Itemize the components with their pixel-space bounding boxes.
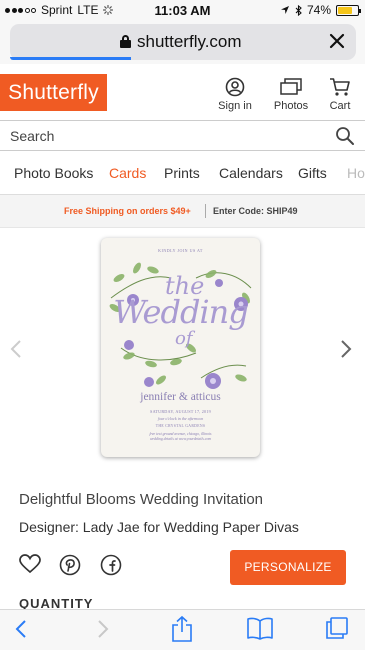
browser-toolbar [0, 609, 365, 650]
personalize-button[interactable]: PERSONALIZE [230, 550, 346, 585]
heart-icon[interactable] [19, 554, 41, 574]
user-circle-icon [225, 77, 245, 97]
sign-in-button[interactable]: Sign in [217, 77, 253, 112]
nav-item-gifts[interactable]: Gifts [298, 165, 327, 181]
category-nav: Photo Books Cards Prints Calendars Gifts… [0, 151, 365, 195]
search-placeholder: Search [10, 128, 55, 144]
promo-banner: Free Shipping on orders $49+ Enter Code:… [0, 195, 365, 228]
photos-stack-icon [280, 78, 302, 95]
browser-url-area: shutterfly.com [0, 22, 365, 64]
promo-divider [205, 204, 206, 218]
address-bar[interactable]: shutterfly.com [10, 24, 356, 60]
nav-item-calendars[interactable]: Calendars [219, 165, 283, 181]
tabs-icon[interactable] [325, 616, 349, 640]
search-input[interactable]: Search [0, 120, 365, 151]
cart-icon [330, 78, 350, 96]
invite-date: SATURDAY, AUGUST 17, 2019 [150, 409, 211, 414]
invite-time: four o'clock in the afternoon [157, 416, 204, 421]
product-designer: Designer: Lady Jae for Wedding Paper Div… [19, 519, 299, 535]
status-left: Sprint LTE [5, 3, 114, 17]
nav-item-photo-books[interactable]: Photo Books [14, 165, 93, 181]
signal-dots-icon [5, 7, 36, 13]
invite-names: jennifer & atticus [140, 391, 221, 403]
bluetooth-icon [295, 4, 302, 16]
carrier-label: Sprint [41, 3, 73, 17]
chevron-left-icon[interactable] [10, 339, 22, 359]
nav-item-cards[interactable]: Cards [109, 165, 146, 181]
product-details: Delightful Blooms Wedding Invitation Des… [0, 473, 365, 611]
cart-label: Cart [329, 100, 351, 112]
lock-icon [120, 35, 131, 48]
battery-percent: 74% [306, 3, 331, 17]
invite-address-line1: free text ground avenue, chicago, illino… [149, 432, 212, 436]
share-icon[interactable] [171, 615, 193, 643]
product-title: Delightful Blooms Wedding Invitation [19, 491, 264, 508]
site-header: Shutterfly Sign in Photos Cart [0, 64, 365, 120]
nav-item-home[interactable]: Ho [347, 165, 365, 181]
invite-venue: THE CRYSTAL GARDENS [155, 424, 206, 428]
sign-in-label: Sign in [218, 100, 252, 112]
photos-button[interactable]: Photos [272, 77, 310, 112]
page-load-progress [10, 57, 132, 60]
invite-pre-heading: KINDLY JOIN US AT [158, 248, 203, 253]
url-text: shutterfly.com [137, 32, 242, 51]
invite-wedding: Wedding [113, 293, 249, 331]
cart-button[interactable]: Cart [326, 77, 354, 112]
facebook-icon[interactable] [100, 554, 122, 576]
free-shipping-text: Free Shipping on orders $49+ [64, 206, 191, 216]
product-gallery: KINDLY JOIN US AT the Wedding of jennife… [0, 229, 365, 473]
invite-address-line2: wedding details at www.yourdetails.com [149, 437, 212, 441]
close-icon[interactable] [326, 30, 348, 52]
loading-spinner-icon [103, 5, 114, 15]
photos-label: Photos [273, 100, 309, 112]
location-arrow-icon [280, 6, 289, 14]
nav-item-prints[interactable]: Prints [164, 165, 200, 181]
shutterfly-logo[interactable]: Shutterfly [0, 74, 107, 111]
search-icon[interactable] [335, 126, 355, 146]
back-chevron-icon[interactable] [14, 618, 28, 640]
invitation-card-image[interactable]: KINDLY JOIN US AT the Wedding of jennife… [101, 238, 260, 457]
status-bar: Sprint LTE 11:03 AM 74% [0, 0, 365, 22]
status-right: 74% [280, 3, 361, 17]
chevron-right-icon[interactable] [340, 339, 352, 359]
invite-of: of [175, 328, 193, 349]
battery-icon [336, 4, 361, 16]
network-label: LTE [77, 3, 99, 17]
bookmarks-icon[interactable] [246, 617, 274, 641]
forward-chevron-icon[interactable] [96, 618, 110, 640]
promo-code-text: Enter Code: SHIP49 [213, 206, 298, 216]
pinterest-icon[interactable] [59, 554, 81, 576]
